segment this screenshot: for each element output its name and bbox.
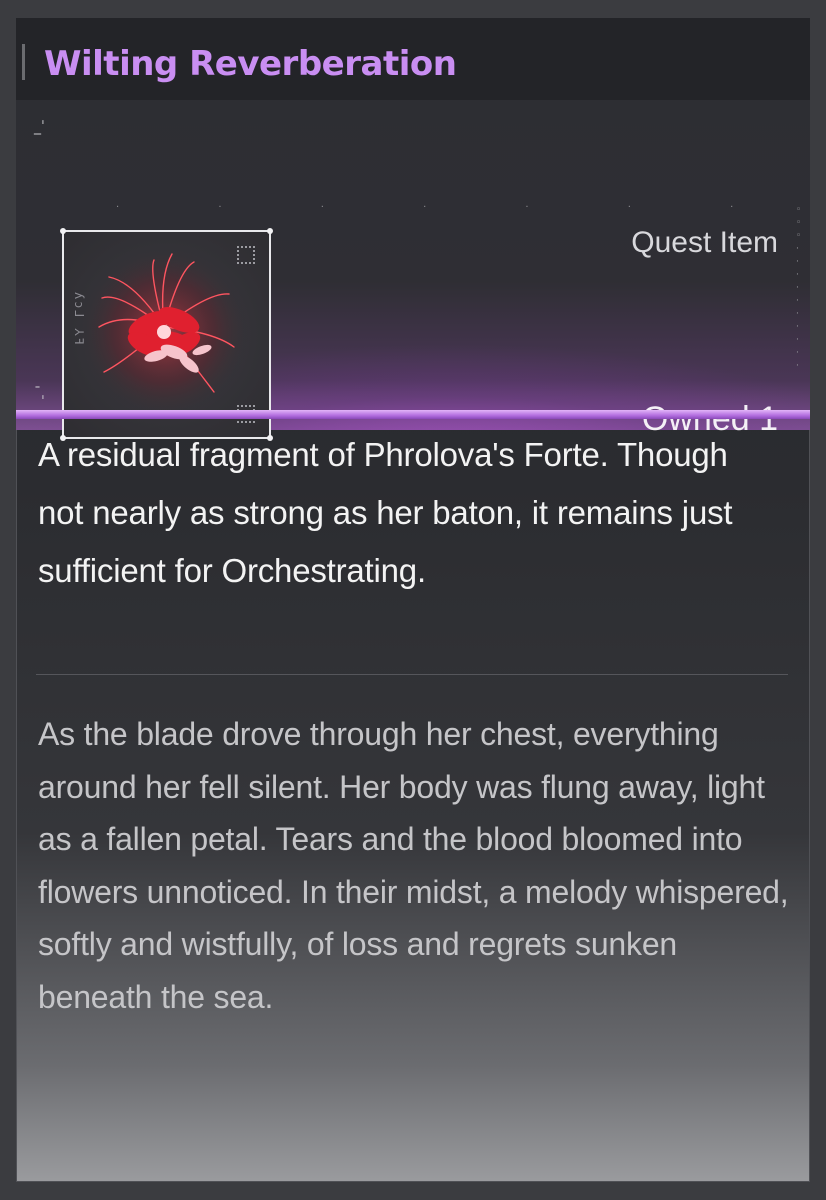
title-bar: Wilting Reverberation: [16, 18, 810, 100]
rarity-accent-line: [16, 410, 810, 419]
corner-mark-bottom: ˉˌ: [34, 385, 45, 401]
decor-side-dots: ◦ ◦ ◦ · · · · · · · · · ·: [796, 205, 802, 371]
section-divider: [36, 674, 788, 675]
item-icon-frame: ʎɔ⅃ ⅄ꟻ: [60, 228, 273, 441]
title-accent-bar: [22, 44, 25, 80]
item-description: A residual fragment of Phrolova's Forte.…: [38, 436, 733, 589]
corner-mark-top: _ˈ: [34, 119, 45, 135]
red-spider-lily-icon: [79, 247, 249, 417]
item-lore: As the blade drove through her chest, ev…: [38, 716, 789, 1015]
item-type-label: Quest Item: [631, 226, 778, 259]
item-header: _ˈ ˉˌ · · · · · · · ◦ ◦ ◦ · · · · · · · · · · ʎɔ⅃ ⅄ꟻ: [16, 100, 810, 441]
item-name: Wilting Reverberation: [44, 44, 457, 84]
item-detail-panel: Wilting Reverberation _ˈ ˉˌ · · · · · · …: [16, 18, 810, 1182]
decor-dots: · · · · · · ·: [116, 202, 782, 213]
